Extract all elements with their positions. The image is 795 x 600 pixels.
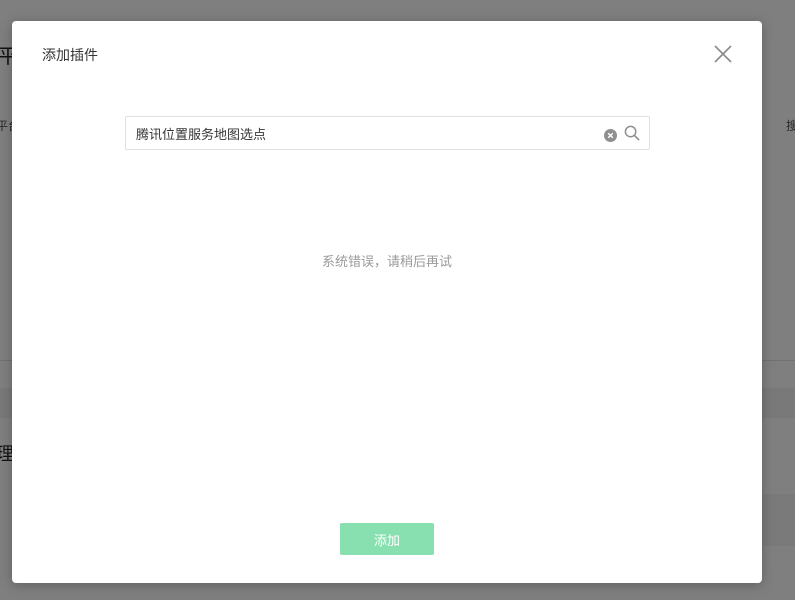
dialog-title: 添加插件: [42, 48, 98, 64]
search-button[interactable]: [624, 125, 640, 141]
add-button[interactable]: 添加: [340, 523, 434, 555]
clear-icon: [604, 129, 617, 142]
search-icon: [624, 125, 640, 141]
search-input[interactable]: [126, 117, 596, 149]
clear-search-button[interactable]: [604, 127, 617, 142]
empty-state-message: 系统错误，请稍后再试: [321, 255, 452, 270]
add-plugin-dialog: 添加插件 系统错误，请稍后再试 添加: [12, 21, 762, 583]
close-icon: [714, 45, 732, 63]
close-button[interactable]: [712, 43, 734, 65]
search-box: [125, 116, 650, 150]
